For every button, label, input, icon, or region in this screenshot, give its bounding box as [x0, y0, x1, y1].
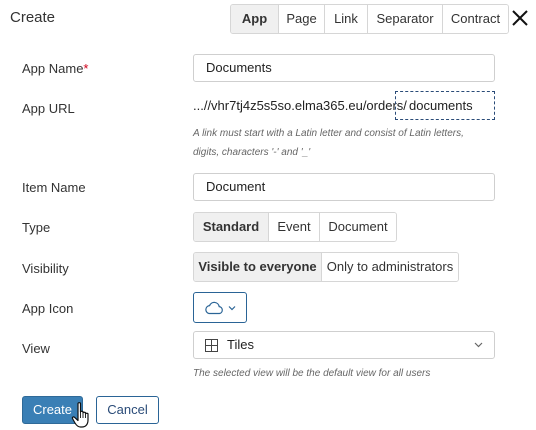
view-hint: The selected view will be the default vi… — [193, 368, 431, 379]
tab-separator[interactable]: Separator — [367, 5, 442, 33]
app-name-label-text: App Name — [22, 61, 84, 76]
tab-link[interactable]: Link — [324, 5, 367, 33]
type-option-document[interactable]: Document — [319, 213, 396, 241]
app-name-input[interactable]: Documents — [193, 54, 495, 82]
hand-pointer-icon — [71, 402, 89, 428]
dialog-title: Create — [10, 9, 56, 26]
visibility-option-everyone[interactable]: Visible to everyone — [194, 253, 321, 281]
app-url-hint-line2: digits, characters '-' and '_' — [193, 147, 311, 158]
visibility-label: Visibility — [22, 261, 69, 276]
tiles-grid-icon — [205, 339, 218, 352]
app-url-hint-line1: A link must start with a Latin letter an… — [193, 128, 464, 139]
view-select-value: Tiles — [227, 337, 254, 352]
type-segmented-control: Standard Event Document — [193, 212, 397, 242]
view-label: View — [22, 341, 50, 356]
type-option-event[interactable]: Event — [268, 213, 319, 241]
cloud-icon — [205, 301, 223, 314]
tab-page[interactable]: Page — [278, 5, 324, 33]
item-name-input[interactable]: Document — [193, 173, 495, 201]
app-name-label: App Name* — [22, 61, 88, 76]
close-icon[interactable] — [511, 9, 529, 27]
app-url-hint: A link must start with a Latin letter an… — [193, 124, 464, 162]
app-url-input[interactable]: documents — [395, 91, 495, 120]
app-url-prefix: ...//vhr7tj4z5s5so.elma365.eu/orders/ — [193, 98, 407, 113]
tab-contract[interactable]: Contract — [442, 5, 508, 33]
cancel-button[interactable]: Cancel — [96, 396, 159, 424]
type-tabs: App Page Link Separator Contract — [230, 4, 509, 34]
required-mark: * — [83, 61, 89, 76]
type-label: Type — [22, 220, 51, 235]
app-icon-picker[interactable] — [193, 292, 247, 323]
chevron-down-icon — [474, 342, 483, 348]
app-icon-label: App Icon — [22, 301, 74, 316]
chevron-down-icon — [228, 305, 236, 310]
item-name-label: Item Name — [22, 180, 86, 195]
visibility-option-admins[interactable]: Only to administrators — [321, 253, 458, 281]
type-option-standard[interactable]: Standard — [194, 213, 268, 241]
visibility-segmented-control: Visible to everyone Only to administrato… — [193, 252, 459, 282]
view-select[interactable]: Tiles — [193, 331, 495, 359]
tab-app[interactable]: App — [231, 5, 278, 33]
app-url-label: App URL — [22, 101, 75, 116]
